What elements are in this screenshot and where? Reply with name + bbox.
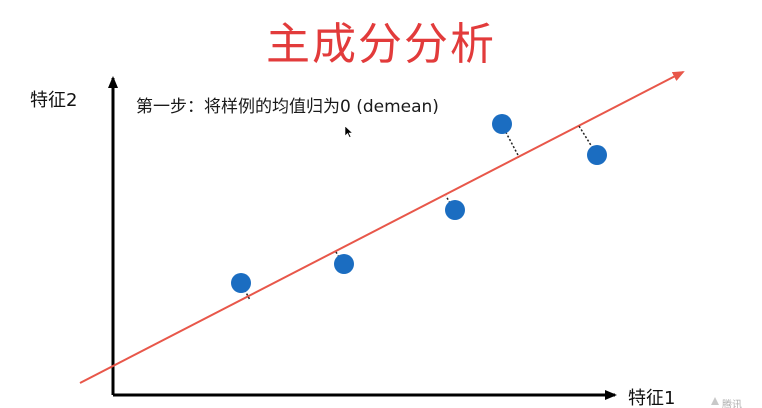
data-point-2 [334,254,354,274]
pca-plot [79,71,685,400]
data-point-5 [587,145,607,165]
principal-axis-line [79,71,685,384]
arrow-cursor-icon [345,126,353,138]
data-point-4 [492,114,512,134]
data-point-3 [445,200,465,220]
watermark-logo-icon [711,397,719,405]
diagram-canvas: 主成分分析 第一步：将样例的均值归为0 (demean) 特征2 特征1 腾讯 [0,0,762,408]
watermark-text: 腾讯 [722,400,742,408]
data-point-1 [231,273,251,293]
